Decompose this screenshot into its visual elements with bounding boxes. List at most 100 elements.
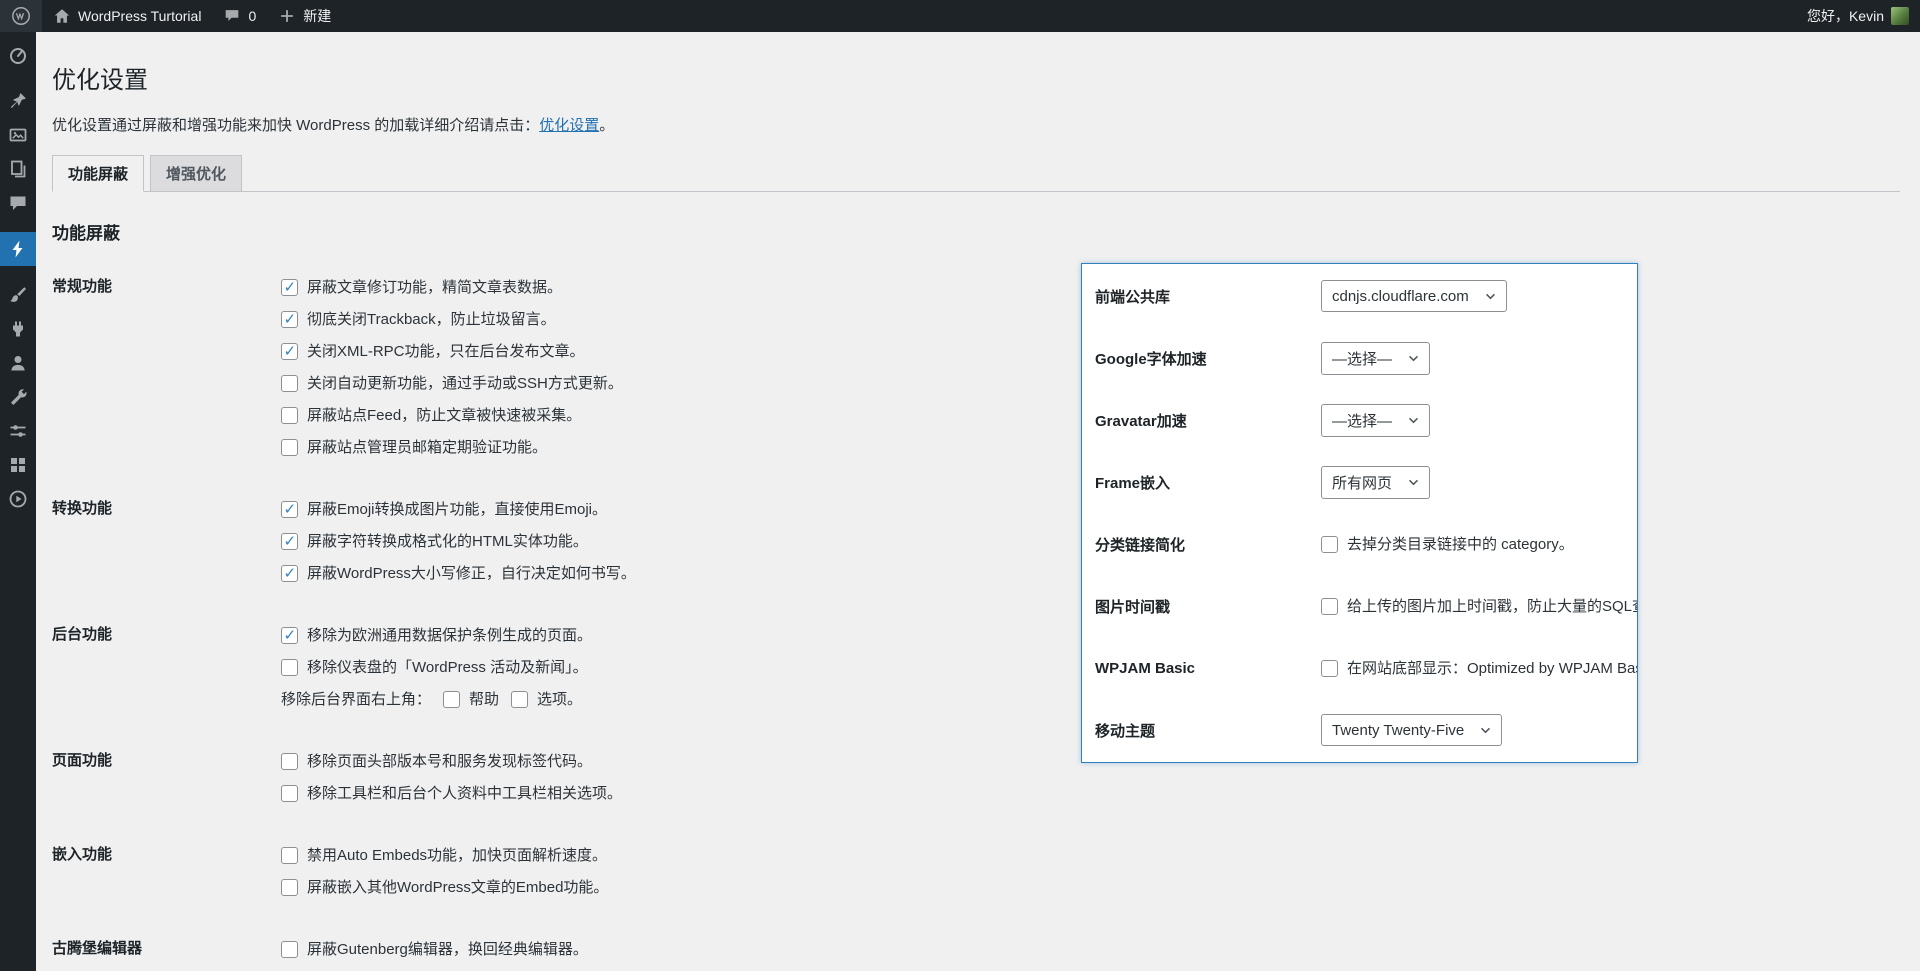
- option-label: 屏蔽嵌入其他WordPress文章的Embed功能。: [307, 880, 608, 895]
- sidebar-item-components[interactable]: [0, 448, 36, 482]
- option-row: 屏蔽站点管理员邮箱定期验证功能。: [281, 431, 623, 463]
- sidebar-item-settings[interactable]: [0, 414, 36, 448]
- selected-value: —选择—: [1332, 410, 1392, 431]
- sidebar-item-dashboard[interactable]: [0, 38, 36, 72]
- panel-row-image-timestamp: 图片时间戳给上传的图片加上时间戳，防止大量的SQL查询。: [1082, 575, 1637, 637]
- sidebar-item-media-player[interactable]: [0, 482, 36, 516]
- checkbox[interactable]: [281, 847, 298, 864]
- settings-group-gutenberg: 古腾堡编辑器屏蔽Gutenberg编辑器，换回经典编辑器。屏蔽小工具区块编辑器模…: [52, 933, 1900, 971]
- sidebar-item-tools[interactable]: [0, 380, 36, 414]
- plug-icon: [8, 319, 28, 339]
- sidebar-item-posts[interactable]: [0, 84, 36, 118]
- option-label: 在网站底部显示：Optimized by WPJAM Basic。: [1347, 661, 1637, 676]
- checkbox[interactable]: [281, 311, 298, 328]
- panel-field-control: cdnjs.cloudflare.com: [1321, 280, 1507, 312]
- chevron-down-icon: [1408, 417, 1419, 424]
- sidebar-item-media[interactable]: [0, 118, 36, 152]
- checkbox[interactable]: [281, 439, 298, 456]
- tab-bar: 功能屏蔽增强优化: [52, 155, 1900, 192]
- dropdown-cdn-library[interactable]: cdnjs.cloudflare.com: [1321, 280, 1507, 312]
- dropdown-gravatar[interactable]: —选择—: [1321, 404, 1430, 437]
- checkbox[interactable]: [281, 753, 298, 770]
- panel-row-frame-embed: Frame嵌入所有网页: [1082, 451, 1637, 513]
- panel-field-label: Gravatar加速: [1095, 410, 1321, 431]
- checkbox[interactable]: [281, 501, 298, 518]
- option-row: 屏蔽小工具区块编辑器模式，切换回经典模式。: [281, 965, 622, 971]
- sidebar-item-wpjam-settings[interactable]: [0, 232, 36, 266]
- my-account-menu[interactable]: 您好，Kevin: [1796, 0, 1920, 32]
- comments-menu[interactable]: 0: [212, 0, 267, 32]
- option-label: 屏蔽站点Feed，防止文章被快速被采集。: [307, 408, 581, 423]
- page-intro: 优化设置通过屏蔽和增强功能来加快 WordPress 的加载详细介绍请点击：优化…: [52, 114, 1900, 135]
- new-content-menu[interactable]: 新建: [267, 0, 342, 32]
- panel-row-google-fonts: Google字体加速—选择—: [1082, 327, 1637, 389]
- panel-field-label: 移动主题: [1095, 720, 1321, 741]
- option-row: 屏蔽嵌入其他WordPress文章的Embed功能。: [281, 871, 608, 903]
- wrench-icon: [8, 387, 28, 407]
- user-icon: [8, 353, 28, 373]
- admin-bar: WordPress Turtorial 0 新建 您好，Kevin: [0, 0, 1920, 32]
- option-label: 屏蔽站点管理员邮箱定期验证功能。: [307, 440, 547, 455]
- sidebar-item-plugins[interactable]: [0, 312, 36, 346]
- checkbox[interactable]: [281, 343, 298, 360]
- checkbox[interactable]: [511, 691, 528, 708]
- option-row: 移除仪表盘的「WordPress 活动及新闻」。: [281, 651, 592, 683]
- sidebar-item-appearance[interactable]: [0, 278, 36, 312]
- panel-field-control: 所有网页: [1321, 466, 1430, 499]
- admin-sidebar: [0, 32, 36, 971]
- checkbox[interactable]: [1321, 660, 1338, 677]
- plus-icon: [278, 7, 296, 25]
- pages-icon: [8, 159, 28, 179]
- panel-field-label: 分类链接简化: [1095, 534, 1321, 555]
- wordpress-logo-menu[interactable]: [0, 0, 42, 32]
- dropdown-mobile-theme[interactable]: Twenty Twenty-Five: [1321, 714, 1502, 746]
- options-list: 屏蔽Emoji转换成图片功能，直接使用Emoji。屏蔽字符转换成格式化的HTML…: [281, 493, 636, 589]
- checkbox[interactable]: [1321, 598, 1338, 615]
- wpjam-side-panel: 前端公共库cdnjs.cloudflare.comGoogle字体加速—选择—G…: [1081, 263, 1638, 763]
- panel-row-wpjam-basic: WPJAM Basic在网站底部显示：Optimized by WPJAM Ba…: [1082, 637, 1637, 699]
- checkbox[interactable]: [281, 533, 298, 550]
- panel-field-label: Google字体加速: [1095, 348, 1321, 369]
- site-name-menu[interactable]: WordPress Turtorial: [42, 0, 212, 32]
- checkbox[interactable]: [281, 407, 298, 424]
- option-prefix: 移除后台界面右上角：: [281, 692, 431, 707]
- panel-row-category-link: 分类链接简化去掉分类目录链接中的 category。: [1082, 513, 1637, 575]
- dropdown-frame-embed[interactable]: 所有网页: [1321, 466, 1430, 499]
- option-row: 屏蔽文章修订功能，精简文章表数据。: [281, 271, 623, 303]
- sidebar-separator: [0, 266, 36, 278]
- option-row: 关闭自动更新功能，通过手动或SSH方式更新。: [281, 367, 623, 399]
- checkbox[interactable]: [281, 279, 298, 296]
- checkbox[interactable]: [281, 785, 298, 802]
- avatar: [1891, 7, 1909, 25]
- tab-enhancement[interactable]: 增强优化: [150, 155, 242, 192]
- checkbox[interactable]: [281, 565, 298, 582]
- intro-link[interactable]: 优化设置: [539, 117, 599, 134]
- group-label: 常规功能: [52, 271, 281, 463]
- option-label: 帮助: [469, 692, 499, 707]
- option-row: 关闭XML-RPC功能，只在后台发布文章。: [281, 335, 623, 367]
- panel-field-control: 在网站底部显示：Optimized by WPJAM Basic。: [1321, 660, 1637, 677]
- group-label: 后台功能: [52, 619, 281, 715]
- sidebar-item-comments[interactable]: [0, 186, 36, 220]
- selected-value: cdnjs.cloudflare.com: [1332, 288, 1469, 305]
- checkbox[interactable]: [281, 879, 298, 896]
- option-row: 屏蔽Gutenberg编辑器，换回经典编辑器。: [281, 933, 622, 965]
- sidebar-item-pages[interactable]: [0, 152, 36, 186]
- sidebar-item-users[interactable]: [0, 346, 36, 380]
- checkbox[interactable]: [1321, 536, 1338, 553]
- checkbox[interactable]: [443, 691, 460, 708]
- option-label: 屏蔽WordPress大小写修正，自行决定如何书写。: [307, 566, 636, 581]
- comment-bubble-icon: [223, 7, 241, 25]
- checkbox[interactable]: [281, 375, 298, 392]
- option-label: 选项。: [537, 692, 582, 707]
- sidebar-separator: [0, 72, 36, 84]
- option-row: 屏蔽站点Feed，防止文章被快速被采集。: [281, 399, 623, 431]
- dropdown-google-fonts[interactable]: —选择—: [1321, 342, 1430, 375]
- option-row: 移除工具栏和后台个人资料中工具栏相关选项。: [281, 777, 622, 809]
- checkbox[interactable]: [281, 941, 298, 958]
- checkbox[interactable]: [281, 659, 298, 676]
- intro-suffix: 。: [599, 117, 614, 134]
- checkbox[interactable]: [281, 627, 298, 644]
- tab-feature-block[interactable]: 功能屏蔽: [52, 155, 144, 192]
- option-label: 屏蔽Emoji转换成图片功能，直接使用Emoji。: [307, 502, 607, 517]
